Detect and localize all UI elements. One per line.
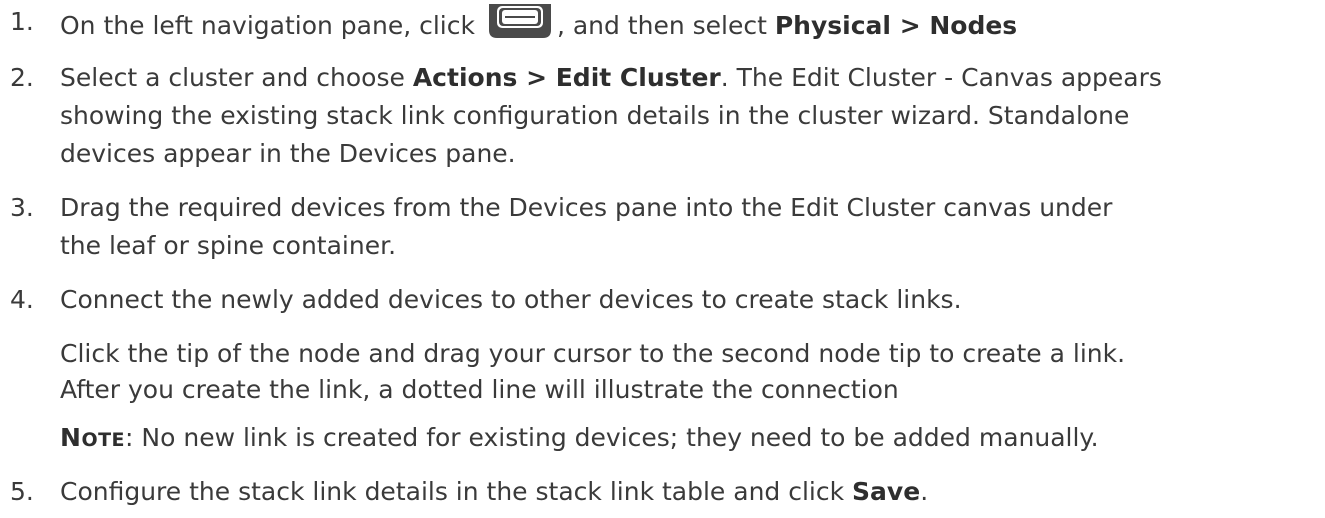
step-number: 3.: [10, 193, 34, 222]
step-number: 4.: [10, 285, 34, 314]
step-text: Select a cluster and choose: [60, 63, 413, 92]
step-text: Connect the newly added devices to other…: [60, 285, 962, 314]
step-4-paragraph-line-2: After you create the link, a dotted line…: [60, 375, 899, 404]
step-text-post: . The Edit Cluster - Canvas appears: [720, 63, 1162, 92]
note: NOTE: No new link is created for existin…: [60, 420, 1099, 458]
menu-path: Physical > Nodes: [774, 11, 1018, 40]
step-text-mid: , and then select: [556, 11, 775, 40]
step-text-post: .: [920, 477, 929, 506]
step-4-paragraph-line-1: Click the tip of the node and drag your …: [60, 339, 1126, 368]
step-number: 1.: [10, 7, 34, 36]
menu-path: Actions > Edit Cluster: [412, 63, 721, 92]
step-number: 5.: [10, 477, 34, 506]
save-label: Save: [852, 477, 921, 506]
step-text: On the left navigation pane, click: [60, 11, 475, 40]
step-text: Drag the required devices from the Devic…: [60, 193, 1113, 222]
step-2-line-3: devices appear in the Devices pane.: [60, 139, 516, 168]
instruction-document: 1. On the left navigation pane, click , …: [0, 0, 1325, 518]
step-3-line-2: the leaf or spine container.: [60, 231, 397, 260]
note-text: : No new link is created for existing de…: [125, 423, 1099, 452]
step-number: 2.: [10, 63, 34, 92]
note-label: NOTE: [60, 423, 126, 452]
step-2-line-2: showing the existing stack link configur…: [60, 101, 1130, 130]
step-text: Configure the stack link details in the …: [60, 477, 853, 506]
server-icon: [485, 4, 555, 38]
